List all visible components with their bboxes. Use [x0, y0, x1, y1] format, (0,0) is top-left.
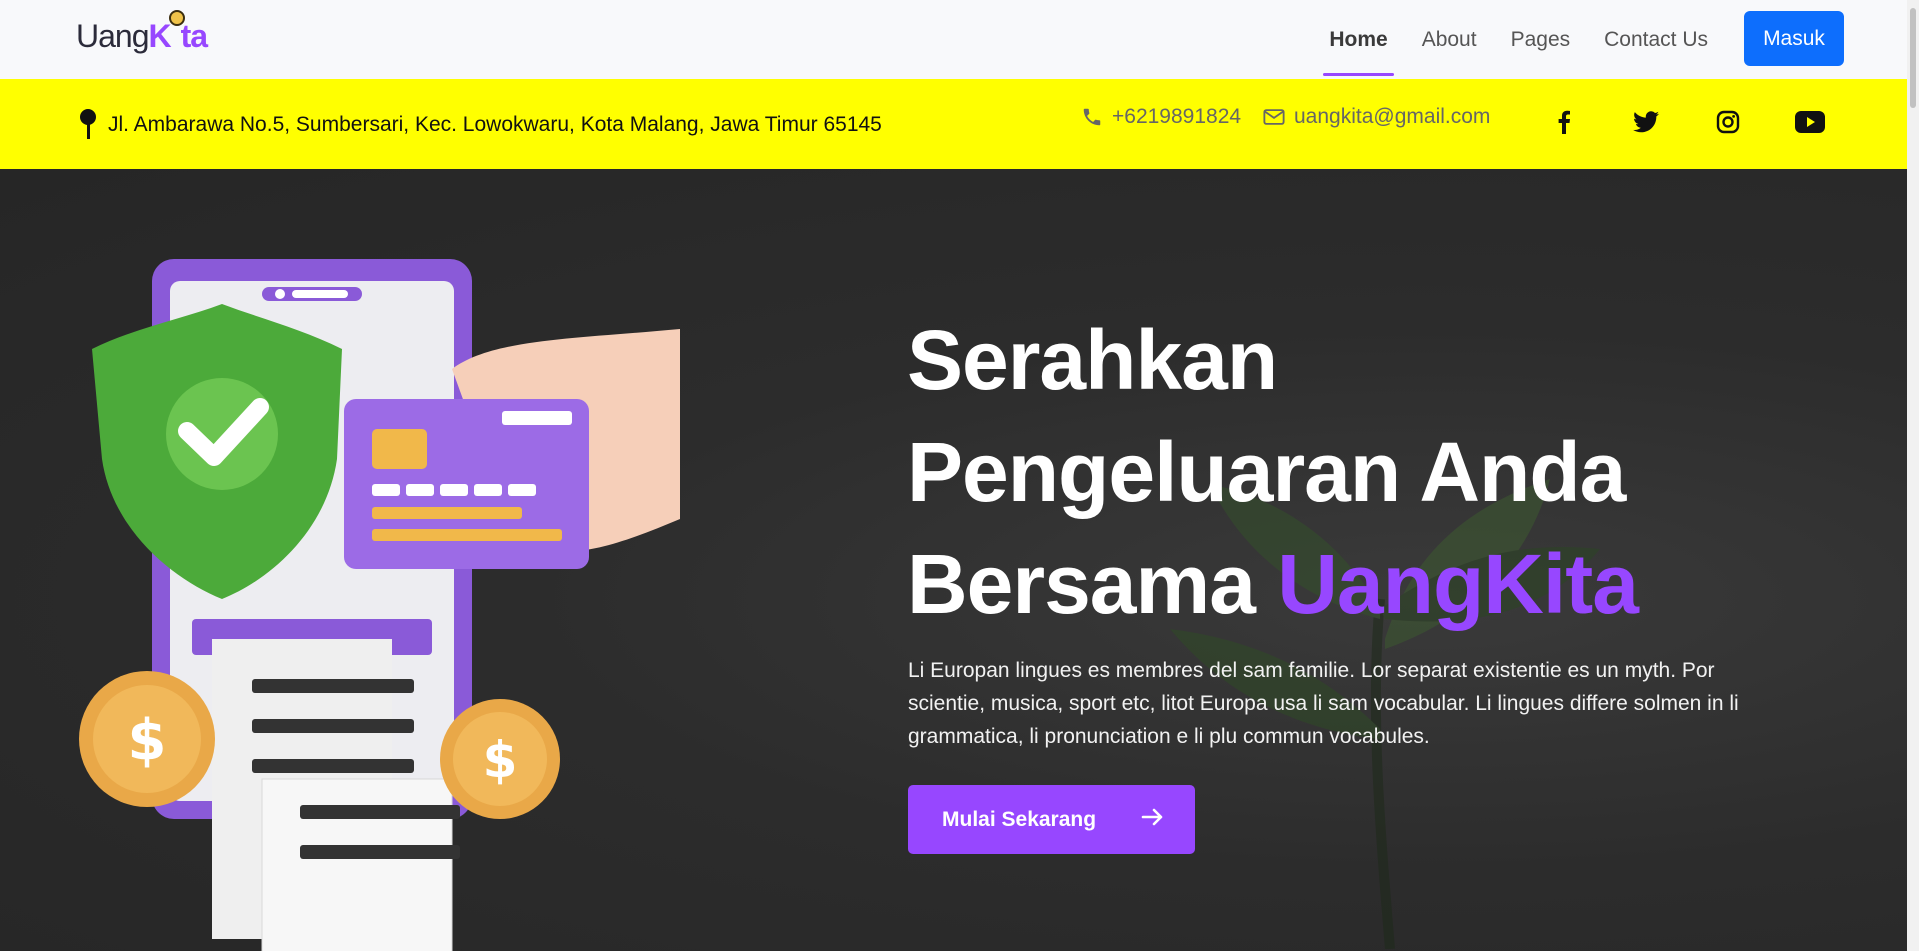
address-text: Jl. Ambarawa No.5, Sumbersari, Kec. Lowo… — [108, 113, 882, 136]
hero-heading-line1: Serahkan — [907, 313, 1278, 407]
svg-text:$: $ — [128, 708, 167, 773]
hero-heading: Serahkan Pengeluaran Anda Bersama UangKi… — [907, 304, 1639, 640]
email-address: uangkita@gmail.com — [1294, 105, 1491, 128]
payment-illustration: $ $ — [79, 259, 680, 951]
mail-icon — [1262, 105, 1286, 129]
hero-heading-brand: UangKita — [1277, 537, 1639, 631]
hero-description: Li Europan lingues es membres del sam fa… — [908, 659, 1739, 748]
hero-heading-line3: Bersama — [907, 537, 1278, 631]
hero-section: $ $ Serahkan Pengeluaran Anda Bersama Ua… — [0, 169, 1907, 951]
navbar: UangK ta Home About Pages Contact Us Masu… — [0, 0, 1919, 79]
logo-suffix: ta — [180, 18, 208, 54]
scrollbar-thumb[interactable] — [1910, 8, 1916, 108]
svg-text:$: $ — [483, 731, 518, 789]
start-now-button[interactable]: Mulai Sekarang — [908, 785, 1195, 854]
logo-plant-i — [168, 10, 185, 54]
start-now-label: Mulai Sekarang — [942, 807, 1097, 831]
hero-heading-line2: Pengeluaran Anda — [907, 425, 1626, 519]
twitter-icon[interactable] — [1631, 107, 1661, 137]
page-scrollbar[interactable] — [1907, 0, 1919, 951]
nav-about[interactable]: About — [1416, 28, 1483, 52]
login-button[interactable]: Masuk — [1744, 11, 1844, 66]
instagram-icon[interactable] — [1713, 107, 1743, 137]
phone-icon — [1080, 105, 1104, 129]
email-contact[interactable]: uangkita@gmail.com — [1262, 105, 1490, 129]
phone-contact[interactable]: +6219891824 — [1080, 105, 1241, 129]
logo-prefix: Uang — [76, 18, 149, 54]
main-nav: Home About Pages Contact Us — [1323, 0, 1714, 79]
contact-bar: Jl. Ambarawa No.5, Sumbersari, Kec. Lowo… — [0, 79, 1919, 169]
map-pin-icon — [78, 109, 98, 141]
nav-contact-us[interactable]: Contact Us — [1598, 28, 1714, 52]
address-block: Jl. Ambarawa No.5, Sumbersari, Kec. Lowo… — [78, 109, 882, 141]
phone-number: +6219891824 — [1112, 105, 1242, 128]
nav-home[interactable]: Home — [1323, 28, 1395, 76]
facebook-icon[interactable] — [1549, 107, 1579, 137]
logo-k: K — [148, 18, 172, 54]
youtube-icon[interactable] — [1795, 107, 1825, 137]
brand-logo[interactable]: UangK ta — [76, 10, 208, 55]
logo-coin-icon — [168, 10, 185, 26]
arrow-right-icon — [1141, 807, 1165, 833]
nav-pages[interactable]: Pages — [1505, 28, 1577, 52]
